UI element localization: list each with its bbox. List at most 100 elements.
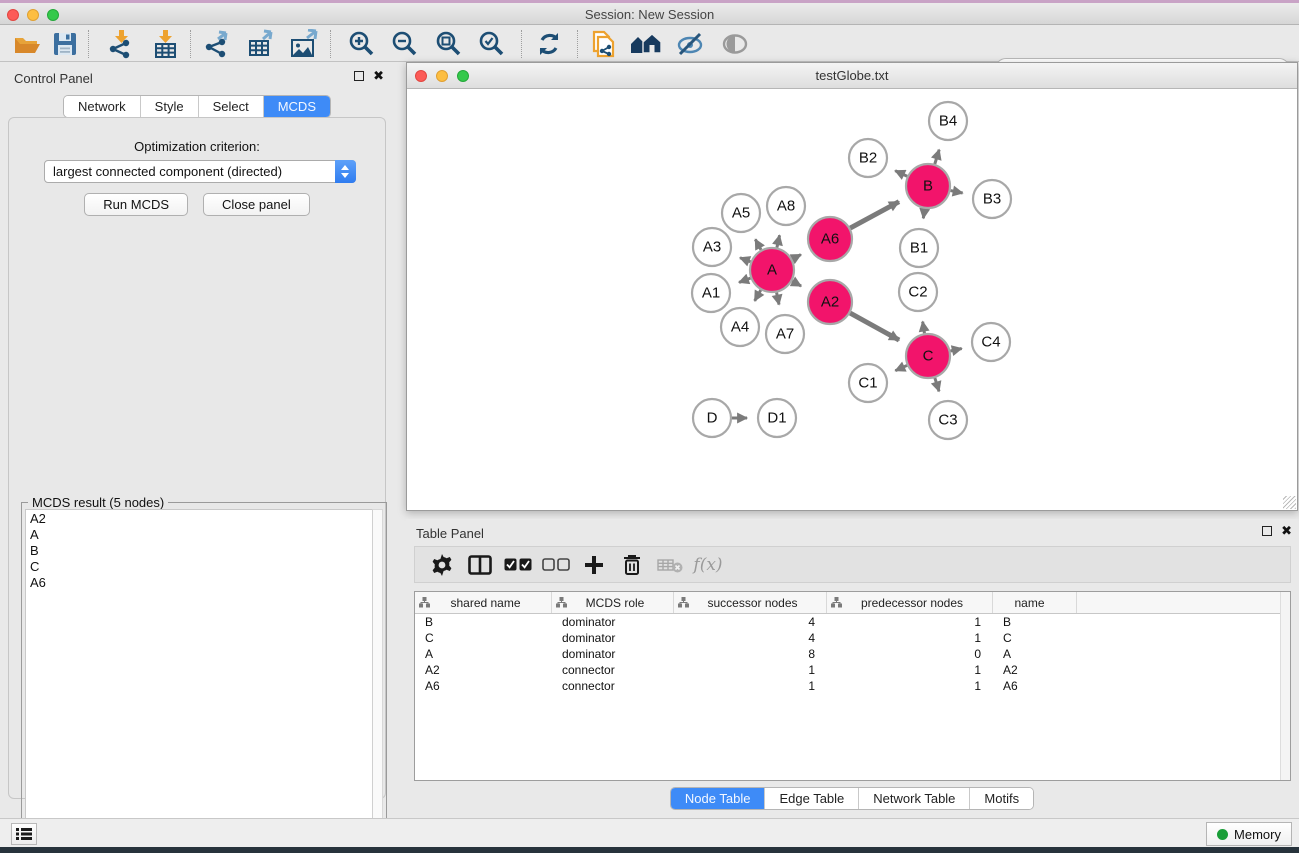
float-panel-icon[interactable] — [354, 71, 364, 81]
tab-mcds[interactable]: MCDS — [263, 96, 330, 117]
mcds-result-scrollbar[interactable] — [372, 509, 383, 840]
tab-node-table[interactable]: Node Table — [671, 788, 765, 809]
delete-column-icon[interactable] — [613, 554, 651, 576]
cell-MCDS-role[interactable]: connector — [552, 679, 674, 693]
run-mcds-button[interactable]: Run MCDS — [84, 193, 188, 216]
duplicate-network-icon[interactable] — [585, 29, 621, 59]
mcds-result-item[interactable]: A6 — [26, 574, 373, 590]
tab-style[interactable]: Style — [140, 96, 198, 117]
graph-edge-A6-B[interactable] — [850, 202, 899, 228]
close-panel-button[interactable]: Close panel — [203, 193, 310, 216]
column-header-shared-name[interactable]: shared name — [415, 592, 552, 613]
graph-edge-C-C1[interactable] — [895, 365, 907, 370]
import-network-icon[interactable] — [103, 29, 139, 59]
optimization-criterion-dropdown[interactable]: largest connected component (directed) — [44, 160, 356, 183]
zoom-out-icon[interactable] — [386, 29, 422, 59]
mcds-result-item[interactable]: A — [26, 526, 373, 542]
resize-grip-icon[interactable] — [1283, 496, 1296, 509]
table-options-icon[interactable] — [423, 554, 461, 576]
graph-edge-B-B4[interactable] — [935, 150, 939, 164]
graph-edge-B-B1[interactable] — [923, 209, 924, 219]
mcds-result-item[interactable]: C — [26, 558, 373, 574]
table-row[interactable]: Adominator80A — [415, 646, 1290, 662]
cell-predecessor-nodes[interactable]: 1 — [827, 615, 993, 629]
graph-edge-B-B3[interactable] — [951, 191, 963, 193]
float-table-panel-icon[interactable] — [1262, 526, 1272, 536]
graph-edge-A-A8[interactable] — [777, 235, 780, 247]
cell-MCDS-role[interactable]: dominator — [552, 631, 674, 645]
select-all-checkboxes-icon[interactable] — [499, 558, 537, 571]
cell-predecessor-nodes[interactable]: 1 — [827, 663, 993, 677]
graph-edge-A-A4[interactable] — [755, 290, 761, 301]
hide-selected-icon[interactable] — [672, 29, 708, 59]
cell-predecessor-nodes[interactable]: 1 — [827, 679, 993, 693]
zoom-fit-icon[interactable] — [430, 29, 466, 59]
cell-name[interactable]: A6 — [993, 679, 1077, 693]
network-window-titlebar[interactable]: testGlobe.txt — [407, 63, 1297, 89]
export-network-icon[interactable] — [199, 29, 235, 59]
close-table-panel-icon[interactable]: ✖ — [1281, 526, 1292, 536]
delete-table-icon[interactable] — [651, 557, 689, 573]
table-row[interactable]: A2connector11A2 — [415, 662, 1290, 678]
cell-shared-name[interactable]: A — [415, 647, 552, 661]
column-header-MCDS-role[interactable]: MCDS role — [552, 592, 674, 613]
cell-shared-name[interactable]: A6 — [415, 679, 552, 693]
graph-edge-A2-C[interactable] — [850, 313, 899, 340]
cell-successor-nodes[interactable]: 8 — [674, 647, 827, 661]
memory-button[interactable]: Memory — [1206, 822, 1292, 846]
graph-edge-A-A1[interactable] — [739, 278, 750, 282]
tab-motifs[interactable]: Motifs — [969, 788, 1033, 809]
tab-network-table[interactable]: Network Table — [858, 788, 969, 809]
graph-edge-A-A6[interactable] — [792, 255, 801, 260]
save-session-icon[interactable] — [47, 29, 83, 59]
tab-network[interactable]: Network — [64, 96, 140, 117]
zoom-selected-icon[interactable] — [473, 29, 509, 59]
table-row[interactable]: Cdominator41C — [415, 630, 1290, 646]
refresh-layout-icon[interactable] — [531, 29, 567, 59]
mcds-result-item[interactable]: B — [26, 542, 373, 558]
table-row[interactable]: A6connector11A6 — [415, 678, 1290, 694]
graph-edge-B-B2[interactable] — [895, 171, 907, 177]
graph-edge-A-A5[interactable] — [755, 239, 761, 249]
cell-successor-nodes[interactable]: 4 — [674, 615, 827, 629]
show-panel-list-button[interactable] — [11, 823, 37, 845]
cell-successor-nodes[interactable]: 1 — [674, 663, 827, 677]
graph-edge-C-C2[interactable] — [923, 322, 925, 334]
cell-predecessor-nodes[interactable]: 1 — [827, 631, 993, 645]
import-table-icon[interactable] — [147, 29, 183, 59]
cell-MCDS-role[interactable]: dominator — [552, 647, 674, 661]
tab-select[interactable]: Select — [198, 96, 263, 117]
cell-shared-name[interactable]: C — [415, 631, 552, 645]
show-all-networks-icon[interactable] — [628, 29, 664, 59]
graph-edge-C-C4[interactable] — [950, 349, 961, 352]
add-column-icon[interactable] — [575, 555, 613, 575]
cell-shared-name[interactable]: B — [415, 615, 552, 629]
deselect-all-checkboxes-icon[interactable] — [537, 558, 575, 571]
column-header-successor-nodes[interactable]: successor nodes — [674, 592, 827, 613]
cell-MCDS-role[interactable]: connector — [552, 663, 674, 677]
cell-name[interactable]: B — [993, 615, 1077, 629]
cell-predecessor-nodes[interactable]: 0 — [827, 647, 993, 661]
cell-name[interactable]: C — [993, 631, 1077, 645]
cell-MCDS-role[interactable]: dominator — [552, 615, 674, 629]
network-canvas[interactable]: B4B2BB3A5A8A6A3B1AA1C2A2A4A7CC4C1C3DD1 — [407, 89, 1297, 510]
graph-edge-C-C3[interactable] — [935, 378, 939, 391]
table-row[interactable]: Bdominator41B — [415, 614, 1290, 630]
cell-shared-name[interactable]: A2 — [415, 663, 552, 677]
show-column-icon[interactable] — [461, 555, 499, 575]
column-header-name[interactable]: name — [993, 592, 1077, 613]
zoom-in-icon[interactable] — [343, 29, 379, 59]
export-image-icon[interactable] — [286, 29, 322, 59]
mcds-result-list[interactable]: A2ABCA6 — [25, 509, 374, 840]
show-hidden-icon[interactable] — [717, 29, 753, 59]
cell-successor-nodes[interactable]: 1 — [674, 679, 827, 693]
graph-edge-A-A3[interactable] — [740, 258, 751, 262]
export-table-icon[interactable] — [243, 29, 279, 59]
column-header-predecessor-nodes[interactable]: predecessor nodes — [827, 592, 993, 613]
table-scrollbar[interactable] — [1280, 592, 1290, 780]
graph-edge-A-A7[interactable] — [777, 293, 779, 305]
tab-edge-table[interactable]: Edge Table — [764, 788, 858, 809]
cell-name[interactable]: A — [993, 647, 1077, 661]
open-session-icon[interactable] — [9, 29, 45, 59]
cell-successor-nodes[interactable]: 4 — [674, 631, 827, 645]
